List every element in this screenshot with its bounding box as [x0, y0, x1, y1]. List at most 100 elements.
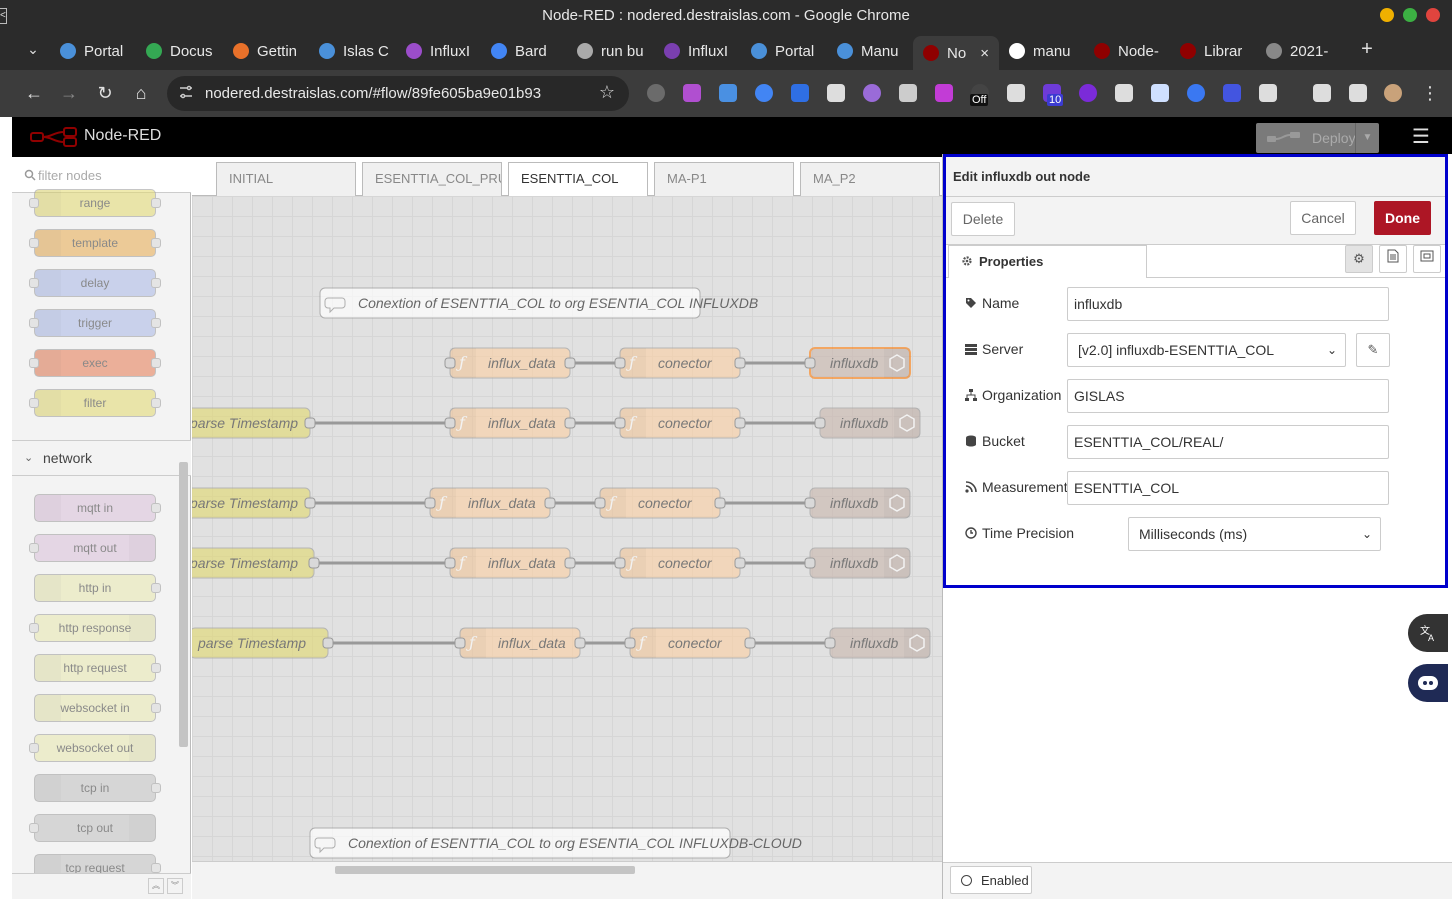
node-port[interactable]: [744, 637, 756, 649]
node-port[interactable]: [614, 557, 626, 569]
node-port[interactable]: [824, 637, 836, 649]
influxdb-node[interactable]: influxdb: [819, 407, 921, 439]
browser-tab[interactable]: Islas C: [309, 36, 396, 66]
browser-tab[interactable]: Librar: [1170, 36, 1256, 66]
node-port[interactable]: [304, 417, 316, 429]
extension-icon[interactable]: [935, 84, 953, 102]
node-port[interactable]: [544, 497, 556, 509]
output-port[interactable]: [151, 198, 161, 208]
node-port[interactable]: [804, 357, 816, 369]
node-port[interactable]: [454, 637, 466, 649]
node-port[interactable]: [322, 637, 334, 649]
node-port[interactable]: [444, 357, 456, 369]
bookmark-star-icon[interactable]: ☆: [599, 82, 615, 103]
comment-node[interactable]: Conextion of ESENTTIA_COL to org ESENTIA…: [319, 287, 758, 319]
reload-button[interactable]: ↻: [94, 82, 116, 104]
function-node[interactable]: ƒ influx_data: [429, 487, 551, 519]
browser-tab[interactable]: Portal: [50, 36, 136, 66]
palette-node[interactable]: template: [29, 229, 161, 257]
minimize-button[interactable]: [1380, 8, 1394, 22]
browser-tab[interactable]: Docus: [136, 36, 223, 66]
tab-search-button[interactable]: ⌄: [22, 38, 44, 60]
output-port[interactable]: [151, 398, 161, 408]
node-port[interactable]: [714, 497, 726, 509]
extension-icon[interactable]: [1079, 84, 1097, 102]
node-port[interactable]: [564, 417, 576, 429]
palette-node[interactable]: delay: [29, 269, 161, 297]
expand-all-button[interactable]: ︾: [167, 878, 183, 894]
browser-tab[interactable]: Manu: [827, 36, 913, 66]
palette-node[interactable]: websocket out: [29, 734, 156, 762]
node-port[interactable]: [574, 637, 586, 649]
close-window-button[interactable]: [1426, 8, 1440, 22]
node-port[interactable]: [734, 417, 746, 429]
enabled-toggle[interactable]: Enabled: [950, 866, 1032, 894]
output-port[interactable]: [151, 358, 161, 368]
nodered-menu-button[interactable]: ☰: [1410, 127, 1432, 147]
palette-node[interactable]: http request: [34, 654, 161, 682]
node-port[interactable]: [424, 497, 436, 509]
palette-node[interactable]: filter: [29, 389, 161, 417]
workspace-tab[interactable]: MA_P2: [800, 162, 940, 196]
browser-tab[interactable]: 2021-: [1256, 36, 1342, 66]
back-button[interactable]: ←: [23, 82, 45, 104]
profile-avatar[interactable]: [1384, 84, 1402, 102]
palette-node[interactable]: tcp in: [34, 774, 161, 802]
palette-node[interactable]: trigger: [29, 309, 161, 337]
assistant-extension-button[interactable]: [1408, 664, 1448, 702]
extension-icon[interactable]: [899, 84, 917, 102]
parse-node[interactable]: parse Timestamp: [192, 627, 329, 659]
palette-category-network[interactable]: ⌄ network: [12, 440, 191, 476]
function-node[interactable]: ƒ conector: [619, 347, 741, 379]
palette-node[interactable]: tcp out: [29, 814, 156, 842]
node-port[interactable]: [444, 417, 456, 429]
browser-tab[interactable]: Bard: [481, 36, 567, 66]
address-url[interactable]: nodered.destraislas.com/#flow/89fe605ba9…: [205, 85, 541, 102]
extension-icon[interactable]: [863, 84, 881, 102]
output-port[interactable]: [151, 318, 161, 328]
node-port[interactable]: [624, 637, 636, 649]
extension-icon[interactable]: [1259, 84, 1277, 102]
palette-search[interactable]: filter nodes: [12, 157, 191, 193]
workspace-tab[interactable]: INITIAL: [216, 162, 356, 196]
input-port[interactable]: [29, 398, 39, 408]
extension-icon[interactable]: [647, 84, 665, 102]
output-port[interactable]: [151, 278, 161, 288]
influxdb-node[interactable]: influxdb: [809, 547, 911, 579]
extension-icon[interactable]: [1187, 84, 1205, 102]
parse-node[interactable]: parse Timestamp: [192, 407, 311, 439]
node-port[interactable]: [564, 357, 576, 369]
browser-tab[interactable]: manu: [999, 36, 1084, 66]
node-port[interactable]: [614, 357, 626, 369]
function-node[interactable]: ƒ influx_data: [449, 347, 571, 379]
function-node[interactable]: ƒ influx_data: [449, 547, 571, 579]
browser-tab[interactable]: InfluxI: [396, 36, 481, 66]
function-node[interactable]: ƒ influx_data: [449, 407, 571, 439]
workspace-tab[interactable]: ESENTTIA_COL_PRUEB: [362, 162, 502, 196]
download-icon[interactable]: [1313, 84, 1331, 102]
side-panel-icon[interactable]: [1349, 84, 1367, 102]
translate-extension-button[interactable]: 文A: [1408, 614, 1448, 652]
extension-icon[interactable]: [1151, 84, 1169, 102]
palette-node[interactable]: mqtt in: [34, 494, 161, 522]
extension-icon[interactable]: [1223, 84, 1241, 102]
function-node[interactable]: ƒ conector: [619, 407, 741, 439]
input-port[interactable]: [29, 743, 39, 753]
flow-diagram[interactable]: Conextion of ESENTTIA_COL to org ESENTIA…: [192, 196, 942, 861]
browser-tab[interactable]: InfluxI: [654, 36, 741, 66]
node-port[interactable]: [804, 557, 816, 569]
influxdb-node[interactable]: influxdb: [829, 627, 931, 659]
parse-node[interactable]: parse Timestamp: [192, 547, 315, 579]
palette-node[interactable]: mqtt out: [29, 534, 156, 562]
browser-tab[interactable]: Portal: [741, 36, 827, 66]
function-node[interactable]: ƒ conector: [619, 547, 741, 579]
input-port[interactable]: [29, 358, 39, 368]
influxdb-node[interactable]: influxdb: [809, 487, 911, 519]
function-node[interactable]: ƒ conector: [629, 627, 751, 659]
tab-close-icon[interactable]: ×: [980, 45, 989, 62]
extension-icon[interactable]: [791, 84, 809, 102]
browser-tab[interactable]: Node-: [1084, 36, 1170, 66]
node-port[interactable]: [734, 557, 746, 569]
node-port[interactable]: [804, 497, 816, 509]
node-port[interactable]: [304, 497, 316, 509]
